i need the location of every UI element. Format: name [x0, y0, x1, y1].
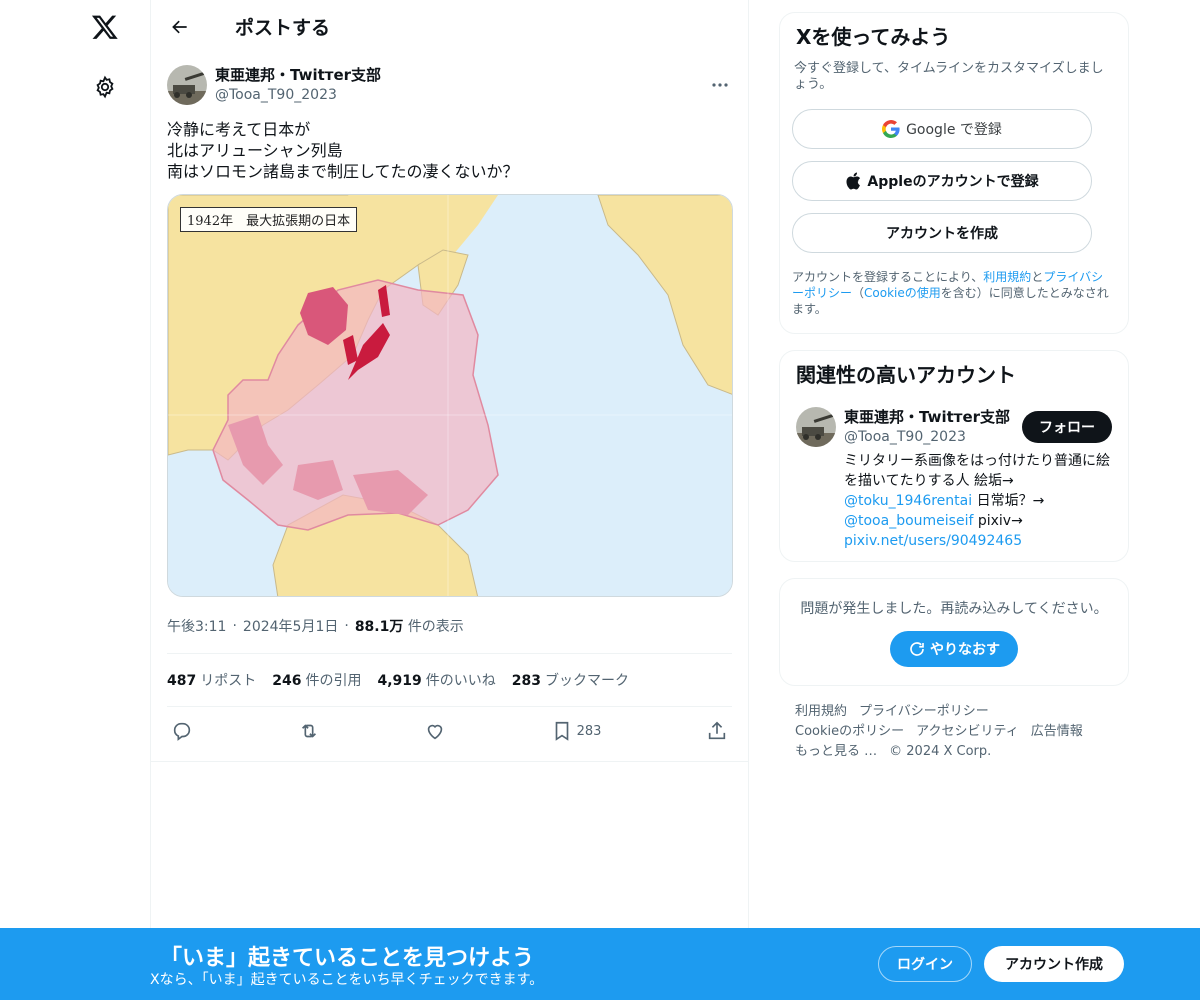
tweet-media-map[interactable]: 1942年 最大拡張期の日本 [167, 194, 733, 597]
repost-icon[interactable] [298, 720, 320, 742]
x-logo-icon[interactable] [88, 10, 122, 44]
reply-icon[interactable] [171, 720, 193, 742]
tweet-actions: 283 [167, 707, 732, 755]
bookmark-icon [555, 721, 568, 741]
avatar[interactable] [796, 407, 836, 447]
footer-link[interactable]: プライバシーポリシー [859, 704, 989, 719]
bookmark-button[interactable]: 283 [551, 720, 602, 742]
error-message: 問題が発生しました。再読み込みしてください。 [800, 601, 1108, 617]
signup-button[interactable]: アカウント作成 [984, 946, 1124, 982]
likes-stat[interactable]: 4,919 件のいいね [377, 670, 495, 690]
more-icon[interactable] [708, 73, 732, 97]
like-icon[interactable] [424, 720, 446, 742]
map-caption: 1942年 最大拡張期の日本 [180, 207, 358, 232]
views-count: 88.1万 [354, 619, 404, 635]
tweet-stats: 487 リポスト 246 件の引用 4,919 件のいいね 283 ブックマーク [167, 654, 732, 706]
reposts-stat[interactable]: 487 リポスト [167, 670, 256, 690]
related-title: 関連性の高いアカウント [796, 363, 1016, 387]
tweet-meta: 午後3:11 · 2024年5月1日 · 88.1万 件の表示 [167, 616, 464, 636]
tweet-text: 冷静に考えて日本が 北はアリューシャン列島 南はソロモン諸島まで制圧してたの凄く… [167, 119, 732, 182]
apple-signup-label: Appleのアカウントで登録 [867, 174, 1039, 190]
quotes-stat[interactable]: 246 件の引用 [272, 670, 361, 690]
google-signup-label: Google で登録 [906, 122, 1002, 138]
bottom-bar-title: 「いま」起きていることを見つけよう [160, 946, 535, 971]
cookie-link[interactable]: Cookieの使用 [864, 286, 941, 300]
tweet-text-line: 北はアリューシャン列島 [167, 141, 343, 160]
login-button[interactable]: ログイン [878, 946, 972, 982]
tweet: 東亜連邦・Twitтer支部 @Tooa_T90_2023 冷静に考えて日本が … [151, 53, 748, 755]
account-row[interactable]: 東亜連邦・Twitтer支部 @Tooa_T90_2023 ミリタリー系画像をは… [792, 407, 1112, 551]
bottom-bar-subtitle: Xなら、「いま」起きていることをいち早くチェックできます。 [150, 972, 544, 988]
signup-subtitle: 今すぐ登録して、タイムラインをカスタマイズしましょう。 [794, 61, 1104, 92]
tweet-text-line: 冷静に考えて日本が [167, 120, 311, 139]
bio-link[interactable]: @toku_1946rentai [844, 493, 972, 509]
views-label: 件の表示 [407, 619, 464, 635]
tweet-date[interactable]: 2024年5月1日 [243, 616, 338, 636]
retry-label: やりなおす [930, 642, 1000, 658]
bookmarks-stat[interactable]: 283 ブックマーク [512, 670, 629, 690]
avatar[interactable] [167, 65, 207, 105]
main-column: ポストする 東亜連邦・Twitтer支部 @Tooa_T90_2023 冷静に考… [150, 0, 749, 1000]
map-image [168, 195, 732, 596]
bio-link[interactable]: pixiv.net/users/90492465 [844, 533, 1022, 549]
signup-title: Xを使ってみよう [796, 25, 951, 49]
terms-link[interactable]: 利用規約 [983, 270, 1031, 284]
copyright: © 2024 X Corp. [889, 744, 992, 759]
account-bio: ミリタリー系画像をはっ付けたり普通に絵を描いてたりする人 絵垢→ @toku_1… [844, 453, 1110, 549]
footer-link[interactable]: 利用規約 [795, 704, 847, 719]
related-accounts-card: 関連性の高いアカウント 東亜連邦・Twitтer支部 @Tooa_T90_202… [779, 350, 1129, 562]
create-account-button[interactable]: アカウントを作成 [792, 213, 1092, 253]
back-arrow-icon[interactable] [163, 10, 197, 44]
follow-button[interactable]: フォロー [1022, 411, 1112, 443]
footer-more[interactable]: もっと見る … [795, 744, 877, 759]
tweet-author: 東亜連邦・Twitтer支部 @Tooa_T90_2023 [167, 53, 732, 117]
error-card: 問題が発生しました。再読み込みしてください。 やりなおす [779, 578, 1129, 686]
tweet-text-line: 南はソロモン諸島まで制圧してたの凄くないか？ [167, 162, 519, 181]
footer-links: 利用規約 プライバシーポリシー Cookieのポリシー アクセシビリティ 広告情報 も… [779, 702, 1129, 762]
author-handle[interactable]: @Tooa_T90_2023 [215, 85, 381, 105]
bookmark-count: 283 [576, 723, 602, 739]
gear-icon[interactable] [90, 72, 120, 102]
google-icon [882, 120, 900, 138]
create-account-label: アカウントを作成 [886, 226, 998, 242]
signup-legal: アカウントを登録することにより、利用規約とプライバシーポリシー（Cookieの使… [792, 270, 1109, 316]
apple-signup-button[interactable]: Appleのアカウントで登録 [792, 161, 1092, 201]
author-name[interactable]: 東亜連邦・Twitтer支部 [215, 65, 381, 85]
right-sidebar: Xを使ってみよう 今すぐ登録して、タイムラインをカスタマイズしましょう。 Goo… [779, 12, 1129, 762]
bottom-signup-bar: 「いま」起きていることを見つけよう Xなら、「いま」起きていることをいち早くチェ… [0, 928, 1200, 1000]
apple-icon [846, 172, 861, 190]
tweet-time[interactable]: 午後3:11 [167, 616, 226, 636]
retry-button[interactable]: やりなおす [890, 631, 1018, 667]
bio-link[interactable]: @tooa_boumeiseif [844, 513, 973, 529]
google-signup-button[interactable]: Google で登録 [792, 109, 1092, 149]
footer-link[interactable]: Cookieのポリシー [795, 724, 904, 739]
footer-link[interactable]: アクセシビリティ [916, 724, 1019, 739]
left-nav [0, 0, 150, 1000]
refresh-icon [910, 642, 924, 656]
footer-link[interactable]: 広告情報 [1031, 724, 1083, 739]
page-title: ポストする [235, 17, 331, 39]
share-icon[interactable] [706, 720, 728, 742]
signup-card: Xを使ってみよう 今すぐ登録して、タイムラインをカスタマイズしましょう。 Goo… [779, 12, 1129, 334]
page-header: ポストする [151, 0, 748, 53]
